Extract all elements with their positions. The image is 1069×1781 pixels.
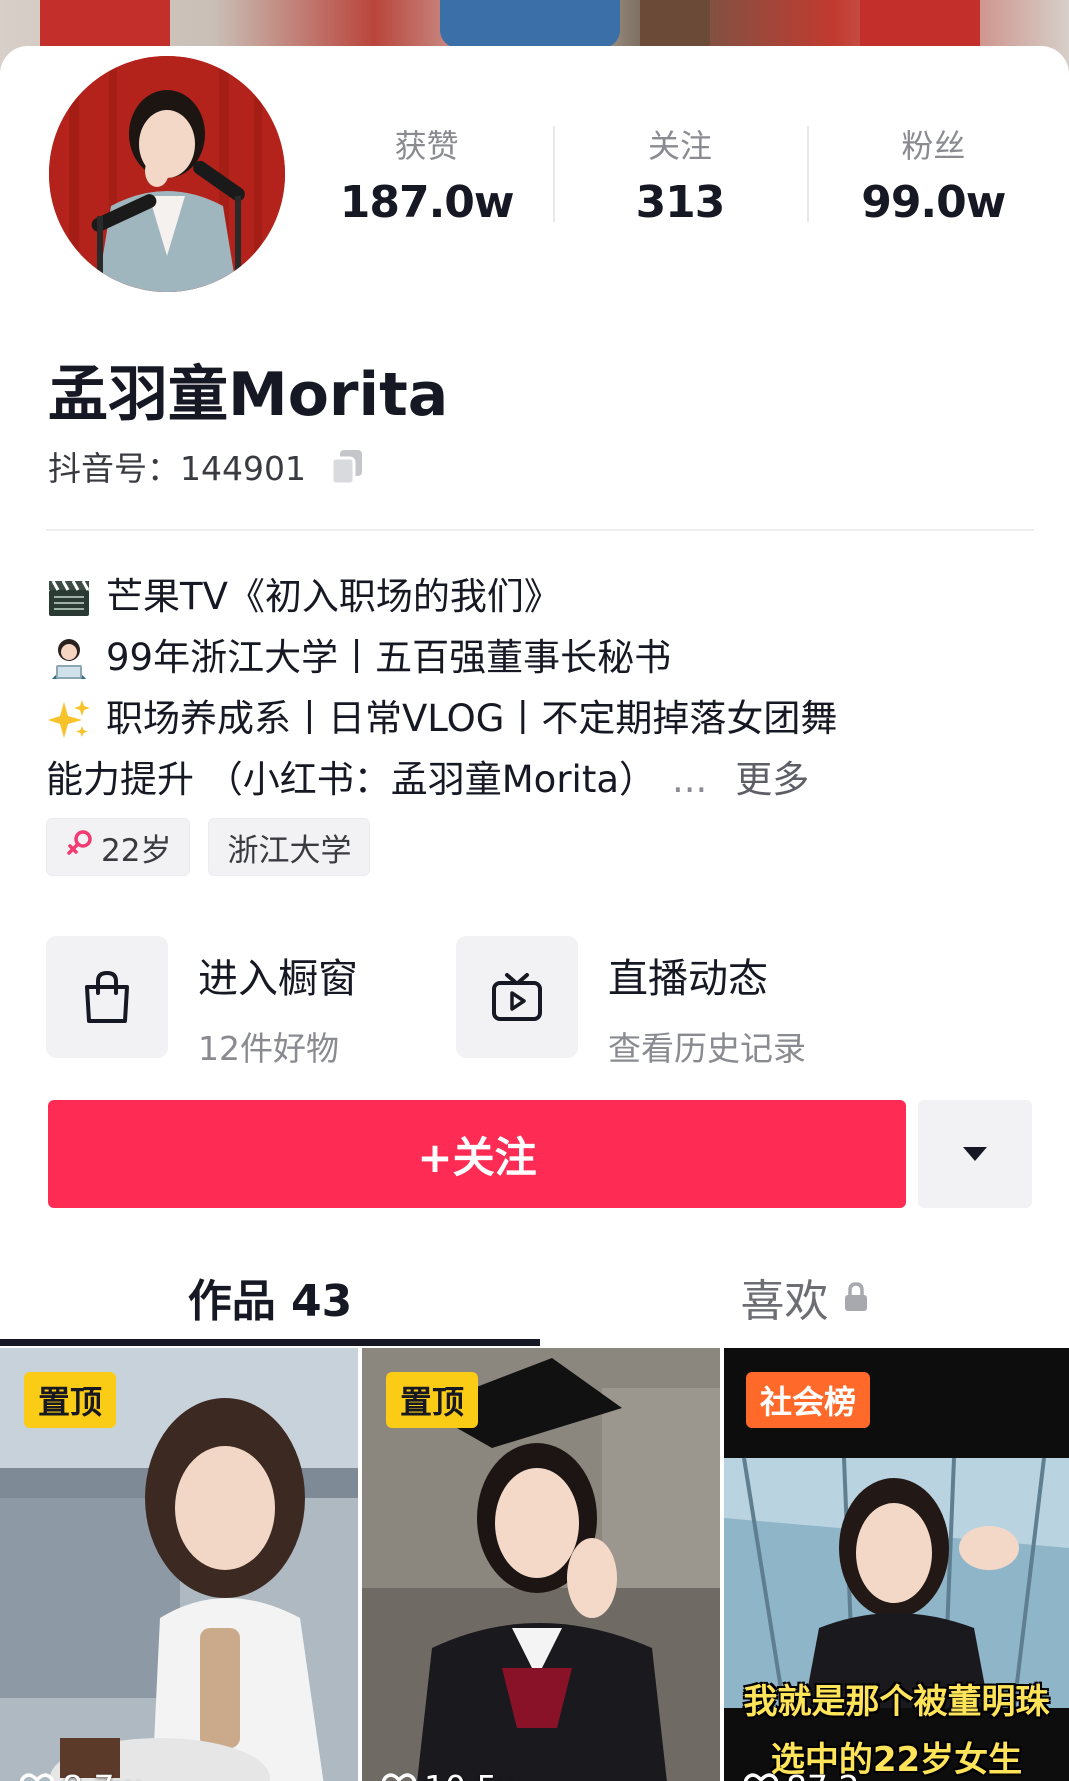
sparkles-icon [46, 696, 92, 742]
shopping-bag-icon [46, 936, 168, 1058]
stat-followers[interactable]: 粉丝 99.0w [806, 124, 1060, 228]
divider [46, 529, 1034, 531]
like-count-value: 8.7w [62, 1768, 141, 1781]
heart-icon [382, 1772, 416, 1781]
video-grid: 置顶 8.7w 置顶 [0, 1348, 1069, 1781]
bio-text: 芒果TV《初入职场的我们》 [106, 575, 561, 618]
stat-following[interactable]: 关注 313 [553, 124, 806, 228]
like-count: 87.2w [744, 1768, 886, 1781]
like-count: 8.7w [20, 1768, 141, 1781]
douyin-id-row: 抖音号：144901 [48, 442, 368, 490]
video-thumbnail[interactable]: 置顶 8.7w [0, 1348, 358, 1781]
school-tag: 浙江大学 [208, 818, 371, 876]
tab-works[interactable]: 作品 43 [0, 1246, 540, 1348]
heart-icon [20, 1772, 54, 1781]
bio-line: 99年浙江大学丨五百强董事长秘书 [46, 627, 1036, 688]
live-history-entry[interactable]: 直播动态 查看历史记录 [456, 936, 866, 1070]
profile-stats: 获赞 187.0w 关注 313 粉丝 99.0w [300, 124, 1060, 228]
profile-tags: 22岁 浙江大学 [46, 818, 371, 876]
video-caption: 我就是那个被董明珠 选中的22岁女生 [724, 1673, 1069, 1781]
bio-text: 99年浙江大学丨五百强董事长秘书 [106, 636, 672, 679]
service-title: 进入橱窗 [198, 956, 358, 1002]
stat-label: 获赞 [394, 126, 459, 165]
female-icon [65, 828, 95, 866]
like-count: 10.5w [382, 1768, 524, 1781]
like-count-value: 10.5w [424, 1768, 524, 1781]
bio-ellipsis: ... [672, 758, 708, 801]
video-thumbnail[interactable]: 置顶 10.5w [362, 1348, 720, 1781]
bio-text: 职场养成系丨日常VLOG丨不定期掉落女团舞 [106, 697, 838, 740]
active-tab-indicator [0, 1339, 540, 1346]
bio-line: 芒果TV《初入职场的我们》 [46, 566, 1036, 627]
follow-button[interactable]: +关注 [48, 1100, 906, 1208]
woman-technologist-icon [46, 635, 92, 681]
age-tag: 22岁 [46, 818, 191, 876]
service-subtitle: 12件好物 [198, 1029, 339, 1068]
service-title: 直播动态 [608, 956, 768, 1002]
bio: 芒果TV《初入职场的我们》 99年浙江大学丨五百强董事长秘书 职场养成系丨日常V… [46, 566, 1036, 810]
video-thumbnail[interactable]: 社会榜 我就是那个被董明珠 选中的22岁女生 87.2w [724, 1348, 1069, 1781]
stat-label: 粉丝 [901, 126, 966, 165]
clapper-board-icon [46, 574, 92, 620]
pinned-badge: 置顶 [386, 1372, 479, 1428]
bio-line: 职场养成系丨日常VLOG丨不定期掉落女团舞 [46, 688, 1036, 749]
stat-value: 313 [635, 176, 726, 228]
tab-label: 喜欢 [740, 1276, 829, 1327]
profile-tabs: 作品 43 喜欢 [0, 1246, 1069, 1348]
age-label: 22岁 [101, 832, 172, 869]
like-count-value: 87.2w [786, 1768, 886, 1781]
shop-window-entry[interactable]: 进入橱窗 12件好物 [46, 936, 456, 1070]
dropdown-caret-icon [963, 1147, 987, 1161]
more-options-button[interactable] [918, 1100, 1032, 1208]
lock-icon [844, 1282, 867, 1311]
stat-value: 187.0w [339, 176, 515, 228]
tab-likes[interactable]: 喜欢 [540, 1246, 1069, 1348]
trending-badge: 社会榜 [746, 1372, 871, 1428]
more-link[interactable]: 更多 [735, 749, 809, 810]
pinned-badge: 置顶 [24, 1372, 117, 1428]
heart-icon [744, 1772, 778, 1781]
service-row: 进入橱窗 12件好物 直播动态 查看历史记录 [46, 936, 1036, 1070]
avatar[interactable] [44, 51, 290, 297]
service-subtitle: 查看历史记录 [608, 1029, 806, 1068]
profile-name: 孟羽童Morita [48, 360, 449, 430]
douyin-id: 抖音号：144901 [48, 449, 306, 488]
live-tv-icon [456, 936, 578, 1058]
bio-text: 能力提升 （小红书：孟羽童Morita） [46, 758, 656, 801]
bio-line: 能力提升 （小红书：孟羽童Morita） ... 更多 [46, 749, 1036, 810]
stat-likes[interactable]: 获赞 187.0w [300, 124, 553, 228]
stat-value: 99.0w [861, 176, 1006, 228]
stat-label: 关注 [647, 126, 712, 165]
copy-icon[interactable] [328, 446, 368, 486]
profile-card: 获赞 187.0w 关注 313 粉丝 99.0w 孟羽童Morita 抖音号：… [0, 46, 1069, 1781]
caption-line: 我就是那个被董明珠 [743, 1682, 1050, 1722]
